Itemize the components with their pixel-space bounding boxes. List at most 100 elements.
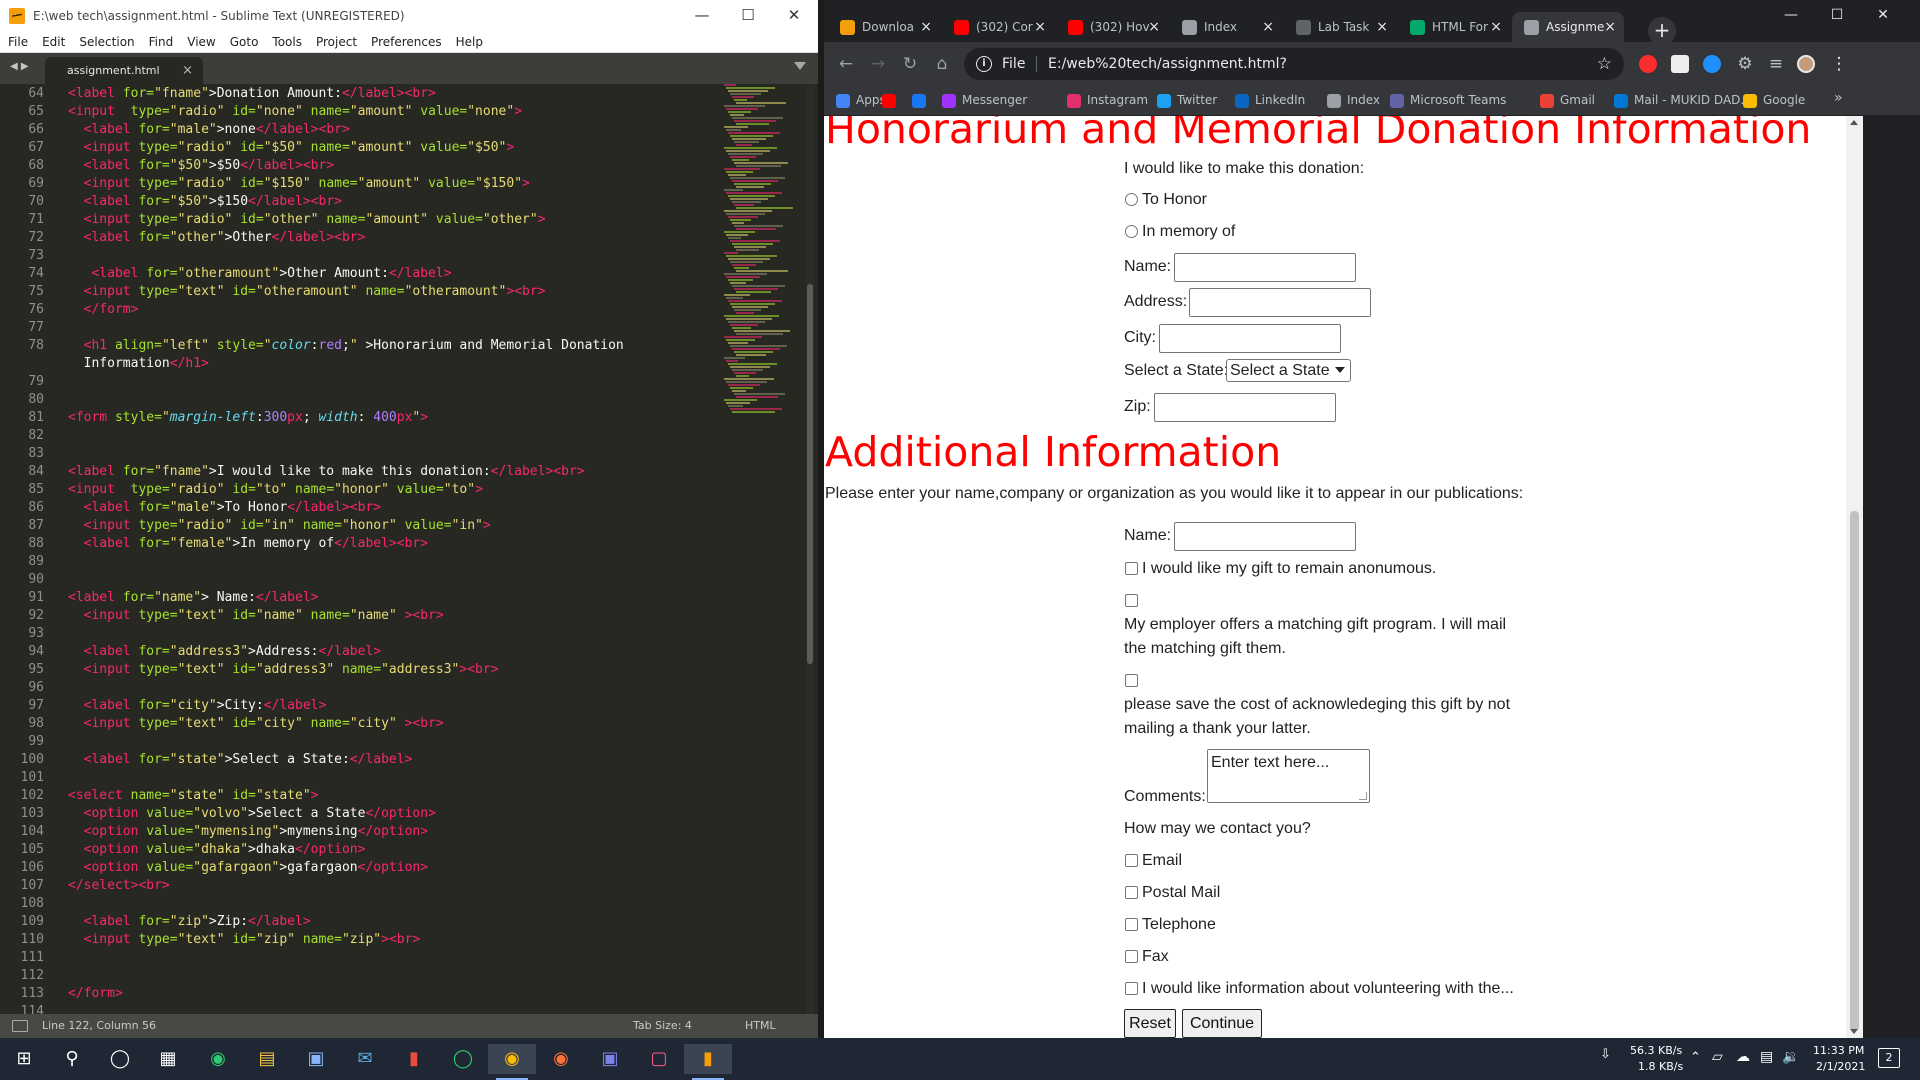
search-icon[interactable]: ⚲ [48, 1044, 96, 1074]
comments-textarea[interactable]: Enter text here... [1207, 749, 1370, 803]
home-icon[interactable]: ⌂ [930, 52, 954, 76]
windows-start-icon[interactable]: ⊞ [0, 1044, 48, 1074]
bookmark-item[interactable]: Microsoft Teams [1390, 93, 1506, 108]
tab-close-icon[interactable]: × [1604, 12, 1616, 42]
tab-close-icon[interactable]: × [1376, 12, 1388, 42]
name2-input[interactable] [1174, 522, 1356, 551]
tab-nav-arrows-icon[interactable]: ◀ ▶ [10, 61, 29, 72]
page-scrollbar[interactable] [1846, 116, 1863, 1038]
office-icon[interactable]: ▮ [390, 1044, 438, 1074]
minimap[interactable] [724, 84, 806, 414]
tab-close-icon[interactable]: × [1034, 12, 1046, 42]
browser-tab[interactable]: (302) Hov × [1056, 12, 1168, 42]
code-editor[interactable]: <label for="fname">Donation Amount:</lab… [60, 84, 720, 1014]
panel-toggle-icon[interactable] [12, 1020, 28, 1032]
chrome-minimize-icon[interactable]: — [1768, 0, 1814, 30]
scroll-up-icon[interactable] [1850, 120, 1858, 125]
page-scroll-thumb[interactable] [1850, 511, 1859, 1031]
tray-device-icon[interactable]: ▱ [1712, 1049, 1723, 1065]
menu-selection[interactable]: Selection [79, 35, 134, 49]
edge-icon[interactable]: ◉ [194, 1044, 242, 1074]
tab-close-icon[interactable]: × [1490, 12, 1502, 42]
menu-tools[interactable]: Tools [272, 35, 302, 49]
checkbox-anonymous[interactable] [1125, 562, 1138, 575]
checkbox-volunteer[interactable] [1125, 982, 1138, 995]
tab-close-icon[interactable]: × [920, 12, 932, 42]
sublime-taskbar-icon[interactable]: ▮ [684, 1044, 732, 1080]
bookmark-item[interactable]: Twitter [1157, 93, 1217, 108]
tab-close-icon[interactable]: × [1262, 12, 1274, 42]
browser-tab[interactable]: Assignme × [1512, 12, 1624, 42]
bookmark-item[interactable]: Gmail [1540, 93, 1595, 108]
network-icon[interactable]: ▤ [1760, 1049, 1773, 1065]
checkbox-save-cost[interactable] [1125, 674, 1138, 687]
extensions-puzzle-icon[interactable]: ⚙ [1733, 52, 1757, 76]
checkbox-email[interactable] [1125, 854, 1138, 867]
extension-blue-icon[interactable] [1703, 55, 1721, 73]
bookmark-item[interactable]: Google [1743, 93, 1805, 108]
store-icon[interactable]: ▣ [292, 1044, 340, 1074]
bookmark-item[interactable]: Instagram [1067, 93, 1148, 108]
bookmark-item[interactable]: Mail - MUKID DAD... [1614, 93, 1752, 108]
onedrive-icon[interactable]: ☁ [1736, 1049, 1750, 1065]
chrome-maximize-icon[interactable]: ☐ [1814, 0, 1860, 30]
checkbox-telephone[interactable] [1125, 918, 1138, 931]
tab-dropdown-icon[interactable] [794, 62, 806, 70]
upwork-icon[interactable]: ◯ [439, 1044, 487, 1074]
name-input[interactable] [1174, 253, 1356, 282]
editor-scrollbar[interactable] [806, 84, 814, 1014]
tray-chevron-icon[interactable]: ⌃ [1690, 1050, 1701, 1065]
menu-goto[interactable]: Goto [230, 35, 259, 49]
address-bar[interactable]: i File E:/web%20tech/assignment.html? ☆ [964, 48, 1624, 80]
city-input[interactable] [1159, 324, 1341, 353]
scroll-down-icon[interactable] [1850, 1029, 1858, 1034]
profile-avatar[interactable] [1797, 55, 1815, 73]
menu-edit[interactable]: Edit [42, 35, 65, 49]
site-info-icon[interactable]: i [976, 56, 992, 72]
clock-time[interactable]: 11:33 PM [1813, 1044, 1864, 1057]
cortana-icon[interactable]: ◯ [96, 1044, 144, 1074]
minimize-icon[interactable]: — [680, 0, 724, 32]
tab-close-icon[interactable]: × [182, 57, 193, 85]
checkbox-employer[interactable] [1125, 594, 1138, 607]
browser-tab[interactable]: HTML For × [1398, 12, 1510, 42]
extension-red-icon[interactable] [1639, 55, 1657, 73]
resize-grip-icon[interactable] [1359, 792, 1367, 800]
url-text[interactable]: E:/web%20tech/assignment.html? [1048, 48, 1287, 80]
notifications-icon[interactable]: 2 [1878, 1048, 1900, 1068]
reset-button[interactable]: Reset [1124, 1009, 1176, 1038]
close-icon[interactable]: ✕ [772, 0, 816, 32]
chrome-close-icon[interactable]: ✕ [1860, 0, 1906, 30]
reload-icon[interactable]: ↻ [898, 52, 922, 76]
teams-icon[interactable]: ▣ [586, 1044, 634, 1074]
new-tab-button[interactable]: + [1648, 17, 1676, 45]
chrome-taskbar-icon[interactable]: ◉ [488, 1044, 536, 1080]
checkbox-postal[interactable] [1125, 886, 1138, 899]
state-select[interactable]: Select a State [1226, 359, 1351, 382]
menu-view[interactable]: View [187, 35, 215, 49]
radio-to-honor[interactable] [1125, 193, 1138, 206]
address-input[interactable] [1189, 288, 1371, 317]
bookmark-item[interactable]: Apps [836, 93, 886, 108]
menu-help[interactable]: Help [456, 35, 483, 49]
status-tabsize[interactable]: Tab Size: 4 [633, 1019, 692, 1032]
browser-tab[interactable]: Lab Task × [1284, 12, 1396, 42]
editor-scroll-thumb[interactable] [807, 284, 813, 664]
zip-input[interactable] [1154, 393, 1336, 422]
tab-close-icon[interactable]: × [1148, 12, 1160, 42]
volume-icon[interactable]: 🔉 [1782, 1049, 1799, 1065]
snip-icon[interactable]: ▢ [635, 1044, 683, 1074]
clock-date[interactable]: 2/1/2021 [1816, 1060, 1865, 1073]
bookmark-item[interactable]: Messenger [942, 93, 1027, 108]
forward-icon[interactable]: → [866, 52, 890, 76]
extension-screen-icon[interactable] [1671, 55, 1689, 73]
continue-button[interactable]: Continue [1182, 1009, 1262, 1038]
bookmark-star-icon[interactable]: ☆ [1597, 48, 1612, 80]
bookmark-item[interactable]: LinkedIn [1235, 93, 1305, 108]
maximize-icon[interactable]: ☐ [726, 0, 770, 32]
file-explorer-icon[interactable]: ▤ [243, 1044, 291, 1074]
bookmarks-overflow-icon[interactable]: » [1834, 90, 1843, 106]
status-syntax[interactable]: HTML [745, 1019, 776, 1032]
chrome-menu-icon[interactable]: ⋮ [1827, 52, 1851, 76]
browser-tab[interactable]: Index × [1170, 12, 1282, 42]
